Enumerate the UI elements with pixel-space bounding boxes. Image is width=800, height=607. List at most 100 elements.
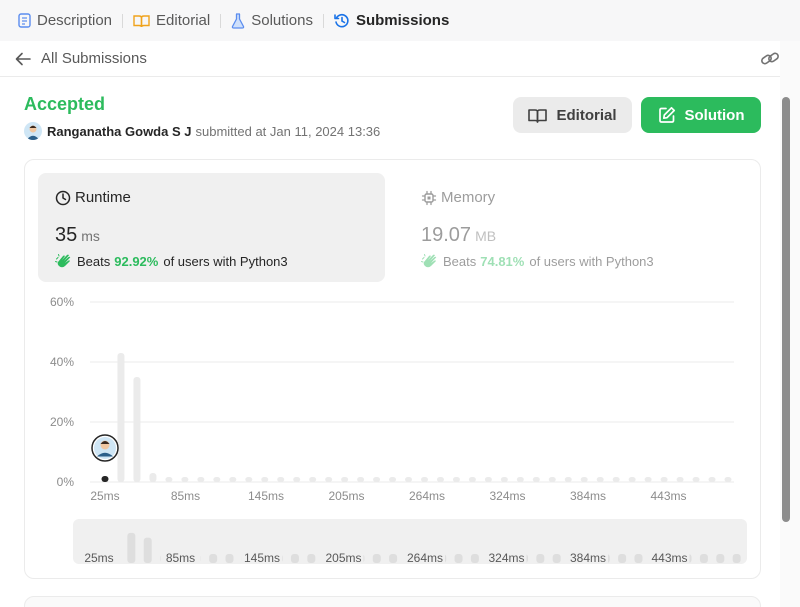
avatar[interactable] <box>24 122 42 140</box>
chart-bar[interactable] <box>229 477 237 482</box>
link-icon[interactable] <box>760 49 780 69</box>
code-card <box>24 596 761 607</box>
tab-description[interactable]: Description <box>18 12 112 29</box>
mini-x-tick-label: 443ms <box>651 551 687 564</box>
memory-unit: MB <box>475 228 497 244</box>
chart-bar[interactable] <box>117 353 125 482</box>
mini-bar <box>699 554 708 563</box>
chart-bar[interactable] <box>357 477 365 482</box>
back-label: All Submissions <box>41 50 147 67</box>
chart-bar[interactable] <box>484 477 492 482</box>
memory-beats: Beats 74.81% of users with Python3 <box>421 253 654 269</box>
chart-bar[interactable] <box>500 477 508 482</box>
y-tick-label: 0% <box>57 475 75 489</box>
description-icon <box>18 13 31 28</box>
chart-bar[interactable] <box>676 477 684 482</box>
mini-distribution-chart[interactable]: 25ms 85ms 145ms 205ms 264ms 324ms 384ms 443ms <box>73 519 747 564</box>
chart-bar[interactable] <box>644 477 652 482</box>
chart-bar[interactable] <box>612 477 620 482</box>
chart-bar[interactable] <box>389 477 397 482</box>
chart-bar[interactable] <box>165 477 173 482</box>
mini-bar <box>290 554 299 563</box>
edit-icon <box>658 106 675 123</box>
runtime-panel[interactable]: Runtime 35 ms Beats 92.92% of users with … <box>38 173 385 282</box>
tab-divider <box>322 13 324 28</box>
author-name[interactable]: Ranganatha Gowda S J <box>47 124 191 139</box>
mini-x-tick-label: 145ms <box>244 551 280 564</box>
tab-label: Solutions <box>251 12 313 29</box>
tab-divider <box>220 13 222 28</box>
submitted-time: submitted at Jan 11, 2024 13:36 <box>195 123 381 139</box>
editorial-button[interactable]: Editorial <box>513 97 632 133</box>
chart-bar[interactable] <box>660 477 668 482</box>
chart-bar[interactable] <box>277 477 285 482</box>
mini-bar <box>127 532 136 563</box>
tab-label: Submissions <box>355 12 450 29</box>
tab-label: Description <box>37 12 113 29</box>
chart-bar[interactable] <box>564 477 572 482</box>
chart-bar[interactable] <box>596 477 604 482</box>
chart-bar[interactable] <box>420 477 428 482</box>
mini-x-tick-label: 384ms <box>570 551 606 564</box>
chart-bar[interactable] <box>341 477 349 482</box>
chart-bar[interactable] <box>436 477 444 482</box>
memory-value: 19.07 <box>421 224 472 246</box>
x-tick-label: 443ms <box>650 489 686 503</box>
mini-bar <box>536 554 545 563</box>
chart-bar[interactable] <box>692 477 700 482</box>
chart-bar[interactable] <box>405 477 413 482</box>
book-icon <box>528 108 548 123</box>
x-tick-label: 324ms <box>489 489 525 503</box>
chart-bar[interactable] <box>245 477 253 482</box>
memory-header: Memory <box>421 189 495 206</box>
chart-bar[interactable] <box>708 477 716 482</box>
chart-bar[interactable] <box>181 477 189 482</box>
chart-bar[interactable] <box>628 477 636 482</box>
chart-bar[interactable] <box>468 477 476 482</box>
runtime-distribution-chart[interactable]: 0% 20% 40% 60% 25ms 85ms 145ms 205ms 264ms 324ms 3… <box>38 290 748 510</box>
mini-x-tick-label: 205ms <box>325 551 361 564</box>
chart-bar[interactable] <box>516 477 524 482</box>
mini-x-tick-label: 264ms <box>407 551 443 564</box>
runtime-value: 35 <box>55 224 78 246</box>
chart-bar[interactable] <box>197 477 205 482</box>
tab-submissions[interactable]: Submissions <box>334 12 449 29</box>
memory-value-row: 19.07 MB <box>421 224 496 247</box>
chart-bar[interactable] <box>213 477 221 482</box>
chart-bar[interactable] <box>149 473 157 482</box>
mini-bar <box>618 554 627 563</box>
chart-bar[interactable] <box>133 377 141 482</box>
x-tick-label: 264ms <box>409 489 445 503</box>
submission-status: Accepted <box>24 94 106 114</box>
chart-bar[interactable] <box>580 477 588 482</box>
tab-editorial[interactable]: Editorial <box>133 12 210 29</box>
beats-label: Beats <box>443 253 477 269</box>
tab-label: Editorial <box>156 12 211 29</box>
mini-bar <box>307 554 316 563</box>
chart-bar[interactable] <box>261 477 269 482</box>
chart-bar[interactable] <box>724 477 732 482</box>
solution-button[interactable]: Solution <box>641 97 761 133</box>
chart-bar[interactable] <box>293 477 301 482</box>
memory-beats-percent: 74.81% <box>480 253 525 269</box>
runtime-title: Runtime <box>75 189 131 206</box>
x-tick-label: 384ms <box>570 489 606 503</box>
y-tick-label: 60% <box>50 295 74 309</box>
scrollbar-thumb[interactable] <box>782 97 790 522</box>
my-submission-avatar[interactable] <box>91 434 119 462</box>
mini-bar <box>552 554 561 563</box>
chart-bar[interactable] <box>309 477 317 482</box>
chart-bar[interactable] <box>325 477 333 482</box>
chart-bar-current[interactable] <box>101 476 109 482</box>
chart-bar[interactable] <box>452 477 460 482</box>
clap-icon <box>55 254 71 268</box>
tab-solutions[interactable]: Solutions <box>231 12 313 29</box>
chart-bar[interactable] <box>548 477 556 482</box>
all-submissions-link[interactable]: All Submissions <box>15 50 147 67</box>
clock-icon <box>55 190 71 205</box>
book-icon <box>133 14 150 27</box>
runtime-value-row: 35 ms <box>55 224 100 247</box>
memory-panel[interactable]: Memory 19.07 MB Beats 74.81% of users wit… <box>404 173 751 282</box>
chart-bar[interactable] <box>532 477 540 482</box>
chart-bar[interactable] <box>373 477 381 482</box>
